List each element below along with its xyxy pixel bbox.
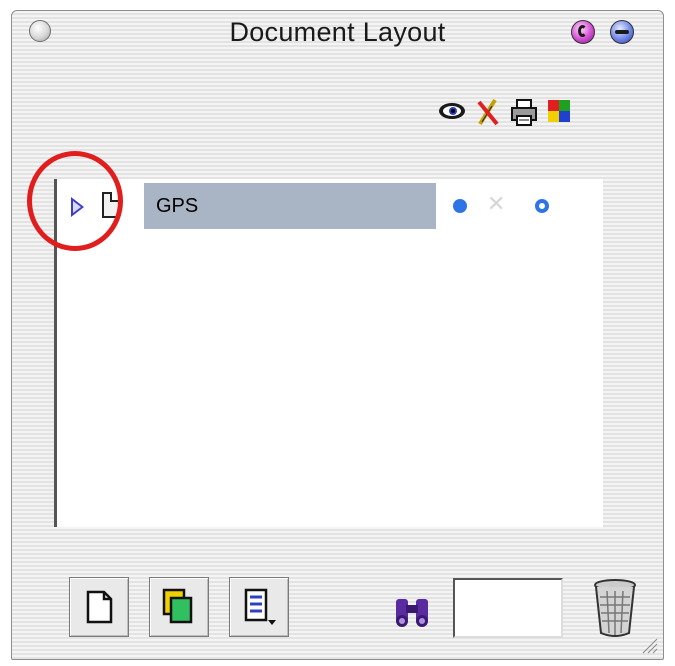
title-bar[interactable]: Document Layout (12, 11, 663, 53)
duplicate-page-button[interactable] (149, 577, 209, 637)
page-menu-button[interactable] (229, 577, 289, 637)
new-page-icon (86, 590, 113, 624)
row-label: GPS (156, 195, 199, 217)
list-row[interactable]: GPS ✕ (57, 183, 617, 229)
document-layout-window: Document Layout GPS ✕ (11, 10, 664, 660)
trash-icon[interactable] (592, 577, 638, 639)
toolbar-toggle-button[interactable] (571, 20, 595, 44)
list-scroll-area[interactable] (603, 179, 631, 527)
collapse-button[interactable] (610, 20, 634, 44)
binoculars-icon[interactable] (390, 595, 436, 629)
lock-x-icon[interactable]: ✕ (487, 192, 505, 217)
row-label-selected[interactable]: GPS (144, 183, 436, 229)
visible-dot-icon[interactable] (453, 199, 467, 213)
pen-icon (473, 96, 503, 128)
window-title: Document Layout (229, 17, 446, 47)
print-ring-icon[interactable] (535, 199, 549, 213)
duplicate-page-icon (162, 588, 193, 624)
page-menu-icon (244, 588, 276, 625)
search-input[interactable] (453, 578, 563, 638)
layer-list[interactable]: GPS ✕ (54, 179, 631, 527)
printer-icon (509, 96, 539, 128)
color-squares-icon (545, 96, 575, 128)
new-page-button[interactable] (69, 577, 129, 637)
layer-column-icons (437, 95, 575, 129)
eye-icon (437, 96, 467, 128)
resize-grip-icon[interactable] (639, 635, 659, 655)
annotation-circle (27, 151, 123, 251)
